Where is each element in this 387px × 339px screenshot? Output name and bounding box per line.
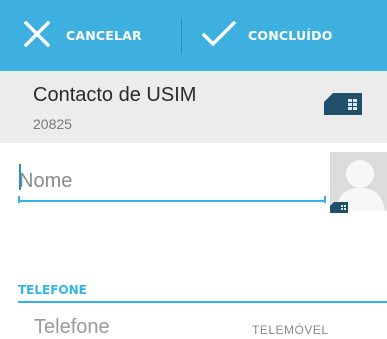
account-header: Contacto de USIM 20825 (0, 71, 387, 143)
done-button[interactable]: CONCLUÍDO (182, 0, 387, 71)
phone-section-header: TELEFONE (18, 283, 87, 297)
phone-type-selector[interactable]: TELEMÓVEL (252, 323, 329, 337)
cancel-label: CANCELAR (66, 28, 142, 43)
phone-input[interactable]: Telefone (34, 316, 110, 339)
cancel-button[interactable]: CANCELAR (0, 0, 181, 71)
text-cursor (19, 164, 21, 190)
account-title: Contacto de USIM (33, 84, 197, 106)
done-label: CONCLUÍDO (248, 28, 333, 43)
section-divider (18, 301, 387, 303)
name-input[interactable] (18, 162, 326, 202)
action-bar: CANCELAR CONCLUÍDO (0, 0, 387, 71)
close-icon (23, 20, 51, 50)
account-number: 20825 (33, 116, 72, 132)
photo-source-icon (330, 200, 348, 218)
sim-card-icon (324, 93, 362, 120)
input-edge-right (324, 196, 326, 203)
input-edge-left (18, 196, 20, 203)
check-icon (201, 20, 237, 50)
